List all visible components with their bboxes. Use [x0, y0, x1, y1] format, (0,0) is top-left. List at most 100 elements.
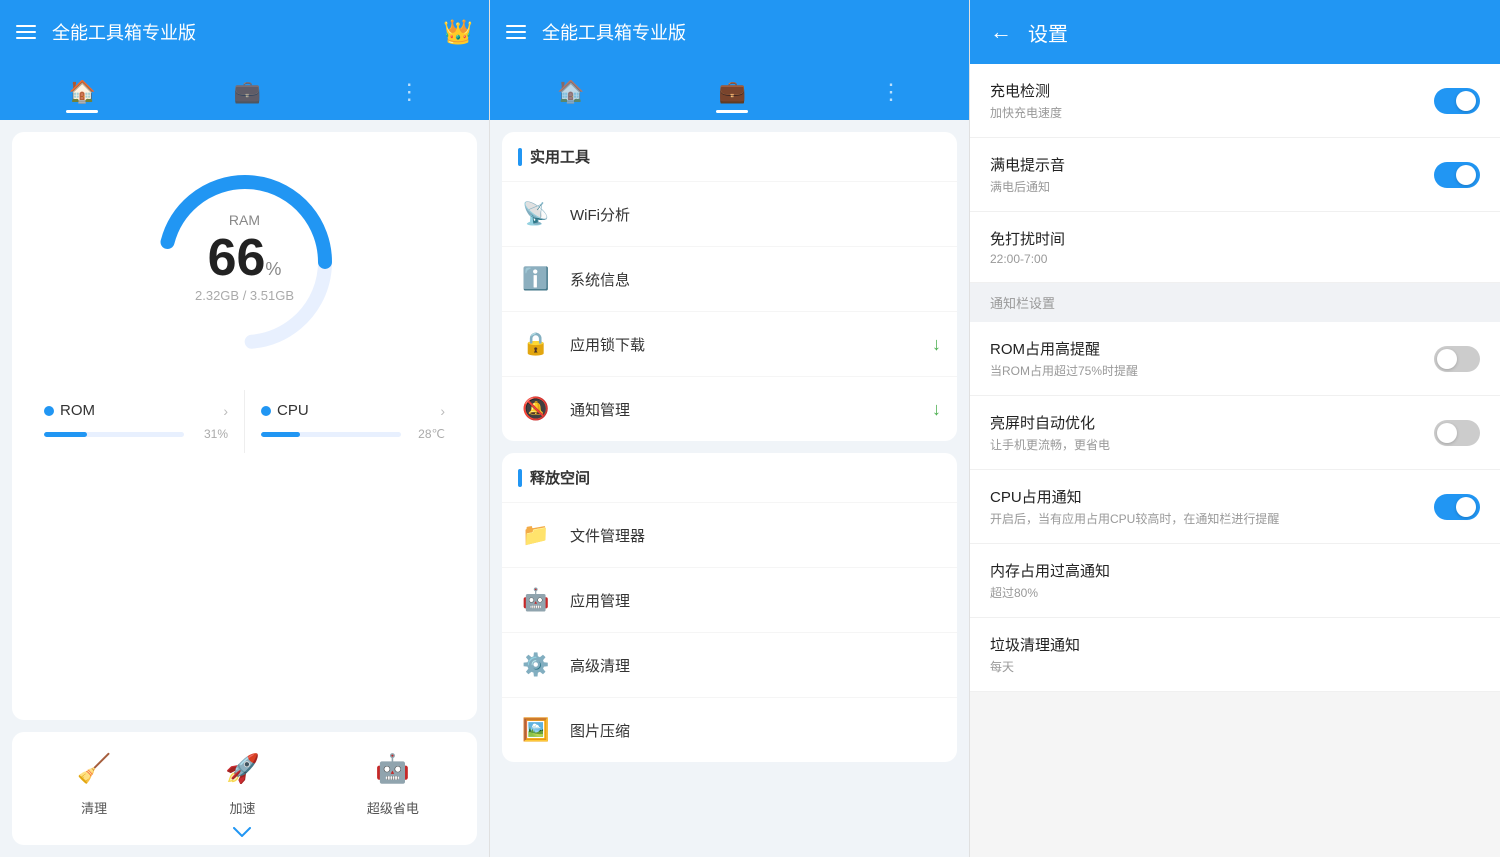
panel1-title: 全能工具箱专业版 — [52, 19, 443, 45]
speed-label: 加速 — [229, 798, 255, 817]
cpu-bar — [261, 432, 401, 437]
applock-item[interactable]: 🔒 应用锁下载 ↓ — [502, 311, 957, 376]
tab-home[interactable]: 🏠 — [45, 71, 120, 113]
applock-icon: 🔒 — [518, 326, 554, 362]
full-sound-desc: 满电后通知 — [990, 178, 1434, 195]
main-card: RAM 66% 2.32GB / 3.51GB ROM › — [12, 132, 477, 720]
rom-alert-toggle[interactable] — [1434, 346, 1480, 372]
dnd-desc: 22:00-7:00 — [990, 252, 1480, 266]
rom-alert-desc: 当ROM占用超过75%时提醒 — [990, 362, 1434, 379]
sysinfo-icon: ℹ️ — [518, 261, 554, 297]
applock-label: 应用锁下载 — [570, 334, 932, 355]
hamburger-menu[interactable] — [16, 25, 36, 39]
sysinfo-item[interactable]: ℹ️ 系统信息 — [502, 246, 957, 311]
panel2-tab-home[interactable]: 🏠 — [533, 71, 608, 113]
dnd-name: 免打扰时间 — [990, 228, 1480, 249]
rom-alert-name: ROM占用高提醒 — [990, 338, 1434, 359]
rom-label: ROM — [44, 402, 95, 419]
setting-dnd[interactable]: 免打扰时间 22:00-7:00 — [970, 212, 1500, 283]
rom-percent: 31% — [192, 427, 228, 441]
notify-icon: 🔕 — [518, 391, 554, 427]
advclean-icon: ⚙️ — [518, 647, 554, 683]
more-icon: ⋮ — [398, 79, 420, 105]
files-label: 文件管理器 — [570, 525, 941, 546]
settings-list: 充电检测 加快充电速度 满电提示音 满电后通知 免打扰时间 22:00- — [970, 64, 1500, 857]
bottom-bar: 🧹 清理 🚀 加速 🤖 超级省电 — [12, 732, 477, 845]
setting-clean-notify[interactable]: 垃圾清理通知 每天 — [970, 618, 1500, 692]
panel-settings: ← 设置 充电检测 加快充电速度 满电提示音 满电后通知 — [970, 0, 1500, 857]
cpu-chevron: › — [440, 403, 445, 419]
setting-cpu-notify: CPU占用通知 开启后，当有应用占用CPU较高时，在通知栏进行提醒 — [970, 470, 1500, 544]
section-bar-2 — [518, 469, 522, 487]
screen-opt-toggle[interactable] — [1434, 420, 1480, 446]
setting-ram-notify[interactable]: 内存占用过高通知 超过80% — [970, 544, 1500, 618]
setting-screen-opt: 亮屏时自动优化 让手机更流畅，更省电 — [970, 396, 1500, 470]
utility-section: 实用工具 📡 WiFi分析 ℹ️ 系统信息 🔒 应用锁下载 ↓ 🔕 通知管理 ↓ — [502, 132, 957, 441]
apps-icon: 🤖 — [518, 582, 554, 618]
speed-button[interactable]: 🚀 加速 — [218, 744, 266, 837]
advclean-label: 高级清理 — [570, 655, 941, 676]
gauge-sub: 2.32GB / 3.51GB — [195, 288, 294, 303]
utility-title: 实用工具 — [530, 146, 590, 167]
section-bar-1 — [518, 148, 522, 166]
gauge-title: RAM — [195, 212, 294, 228]
screen-opt-desc: 让手机更流畅，更省电 — [990, 436, 1434, 453]
notify-item[interactable]: 🔕 通知管理 ↓ — [502, 376, 957, 441]
rom-bar-fill — [44, 432, 87, 437]
notify-label: 通知管理 — [570, 399, 932, 420]
chevron-down-icon — [218, 827, 266, 837]
panel2-tab-tools[interactable]: 💼 — [695, 71, 770, 113]
panel-tools: 全能工具箱专业版 🏠 💼 ⋮ 实用工具 📡 WiFi分析 ℹ️ 系统信 — [490, 0, 970, 857]
cpu-dot — [261, 406, 271, 416]
clean-notify-desc: 每天 — [990, 658, 1480, 675]
space-header: 释放空间 — [502, 453, 957, 502]
advclean-item[interactable]: ⚙️ 高级清理 — [502, 632, 957, 697]
gauge-label: RAM 66% 2.32GB / 3.51GB — [195, 212, 294, 303]
charge-detect-name: 充电检测 — [990, 80, 1434, 101]
imgcomp-label: 图片压缩 — [570, 720, 941, 741]
notify-badge: ↓ — [932, 399, 941, 420]
crown-icon[interactable]: 👑 — [443, 18, 473, 47]
panel-home: 全能工具箱专业版 👑 🏠 💼 ⋮ RAM 66% 2.32GB — [0, 0, 490, 857]
clean-label: 清理 — [81, 798, 107, 817]
rom-stat[interactable]: ROM › 31% — [28, 390, 245, 453]
wifi-item[interactable]: 📡 WiFi分析 — [502, 181, 957, 246]
imgcomp-item[interactable]: 🖼️ 图片压缩 — [502, 697, 957, 762]
cpu-notify-toggle[interactable] — [1434, 494, 1480, 520]
panel2-title: 全能工具箱专业版 — [542, 19, 953, 45]
tab-tools[interactable]: 💼 — [209, 71, 284, 113]
wifi-icon: 📡 — [518, 196, 554, 232]
full-sound-name: 满电提示音 — [990, 154, 1434, 175]
space-section: 释放空间 📁 文件管理器 🤖 应用管理 ⚙️ 高级清理 🖼️ 图片压缩 — [502, 453, 957, 762]
powersave-button[interactable]: 🤖 超级省电 — [367, 744, 419, 837]
panel2-hamburger[interactable] — [506, 25, 526, 39]
utility-header: 实用工具 — [502, 132, 957, 181]
cpu-stat[interactable]: CPU › 28℃ — [245, 390, 461, 453]
sysinfo-label: 系统信息 — [570, 269, 941, 290]
ram-gauge: RAM 66% 2.32GB / 3.51GB — [145, 162, 345, 362]
cpu-notify-desc: 开启后，当有应用占用CPU较高时，在通知栏进行提醒 — [990, 510, 1434, 527]
panel2-more-icon: ⋮ — [880, 79, 902, 105]
files-item[interactable]: 📁 文件管理器 — [502, 502, 957, 567]
full-sound-toggle[interactable] — [1434, 162, 1480, 188]
ram-notify-desc: 超过80% — [990, 584, 1480, 601]
ram-notify-name: 内存占用过高通知 — [990, 560, 1480, 581]
speed-icon: 🚀 — [218, 744, 266, 792]
panel2-tab-more[interactable]: ⋮ — [856, 71, 926, 113]
charge-detect-toggle[interactable] — [1434, 88, 1480, 114]
panel1-header: 全能工具箱专业版 👑 — [0, 0, 489, 64]
cpu-bar-fill — [261, 432, 300, 437]
space-title: 释放空间 — [530, 467, 590, 488]
tab-more[interactable]: ⋮ — [374, 71, 444, 113]
charge-detect-desc: 加快充电速度 — [990, 104, 1434, 121]
apps-item[interactable]: 🤖 应用管理 — [502, 567, 957, 632]
setting-full-sound: 满电提示音 满电后通知 — [970, 138, 1500, 212]
back-button[interactable]: ← — [990, 19, 1012, 45]
settings-header: ← 设置 — [970, 0, 1500, 64]
applock-badge: ↓ — [932, 334, 941, 355]
clean-button[interactable]: 🧹 清理 — [70, 744, 118, 837]
notification-divider: 通知栏设置 — [970, 283, 1500, 322]
rom-bar — [44, 432, 184, 437]
files-icon: 📁 — [518, 517, 554, 553]
powersave-icon: 🤖 — [369, 744, 417, 792]
